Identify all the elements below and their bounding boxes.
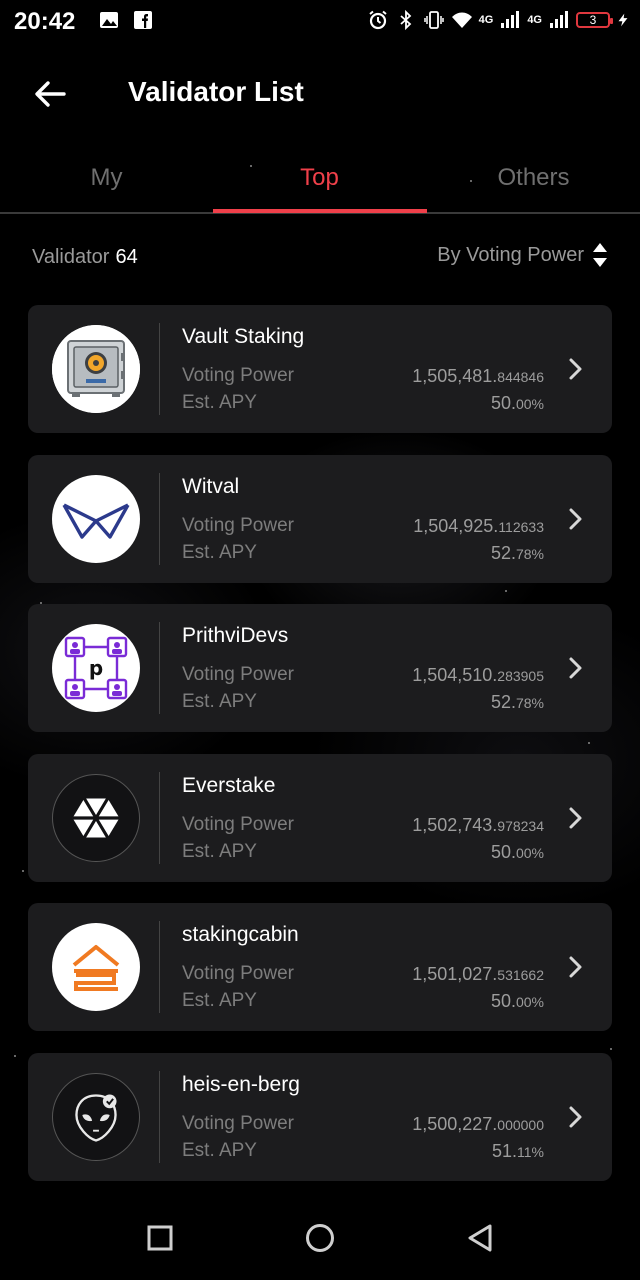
active-tab-indicator [213, 209, 427, 213]
gallery-notification-icon [100, 12, 118, 28]
battery-level: 3 [589, 13, 597, 27]
recents-button[interactable] [140, 1218, 180, 1258]
validator-list: Vault Staking Voting Power Est. APY 1,50… [28, 305, 612, 1202]
sort-updown-icon [593, 243, 607, 267]
validator-name: Vault Staking [182, 325, 305, 348]
battery-indicator: 3 [576, 12, 613, 28]
card-divider [159, 771, 160, 864]
voting-power-value: 1,505,481.844846 [412, 366, 544, 386]
est-apy-label: Est. APY [182, 541, 257, 563]
tab-my[interactable]: My [0, 150, 213, 212]
status-time: 20:42 [14, 8, 76, 35]
est-apy-value: 52.78% [490, 542, 544, 563]
validator-count: Validator 64 [32, 246, 138, 269]
vibrate-icon [423, 11, 444, 29]
validator-name: PrithviDevs [182, 624, 289, 647]
voting-power-value: 1,502,743.978234 [412, 814, 544, 835]
signal-icon [550, 11, 568, 28]
chevron-right-icon [569, 358, 582, 380]
voting-power-label: Voting Power [182, 365, 294, 386]
circle-icon [306, 1224, 334, 1252]
svg-text:p: p [89, 656, 103, 680]
est-apy-value: 50.00% [490, 393, 544, 413]
prithvidevs-network-icon: p [52, 624, 140, 712]
validator-count-label: Validator [32, 246, 110, 268]
home-button[interactable] [300, 1218, 340, 1258]
validator-card[interactable]: Everstake Voting Power Est. APY 1,502,74… [28, 753, 612, 882]
voting-power-value: 1,504,510.283905 [412, 665, 544, 685]
square-icon [147, 1225, 173, 1251]
alien-head-icon [52, 1072, 140, 1161]
validator-name: heis-en-berg [182, 1072, 300, 1096]
card-divider [159, 622, 160, 714]
validator-card[interactable]: heis-en-berg Voting Power Est. APY 1,500… [28, 1052, 612, 1181]
sort-button[interactable]: By Voting Power [437, 242, 608, 268]
alarm-icon [368, 10, 387, 30]
card-divider [159, 921, 160, 1013]
est-apy-label: Est. APY [182, 990, 257, 1011]
validator-name: stakingcabin [182, 923, 299, 946]
validator-card[interactable]: p PrithviDevs Voting Power Est. APY 1,50… [28, 604, 612, 732]
validator-card[interactable]: Witval Voting Power Est. APY 1,504,925.1… [28, 454, 612, 583]
est-apy-value: 50.00% [490, 841, 544, 862]
card-divider [159, 1070, 160, 1163]
app-header: Validator List [0, 60, 640, 128]
chevron-right-icon [569, 657, 582, 679]
bluetooth-icon [400, 9, 411, 31]
est-apy-value: 50.00% [490, 991, 544, 1011]
status-bar: 20:42 4G 4G 3 [0, 0, 640, 44]
network-type-1: 4G [478, 14, 494, 26]
network-type-2: 4G [527, 14, 542, 26]
chevron-right-icon [569, 807, 582, 828]
card-divider [159, 323, 160, 415]
list-summary: Validator 64 By Voting Power [0, 240, 640, 276]
chevron-right-icon [569, 508, 582, 529]
voting-power-label: Voting Power [182, 963, 294, 984]
system-navigation-bar [0, 1196, 640, 1280]
chevron-right-icon [569, 1106, 582, 1127]
est-apy-label: Est. APY [182, 392, 257, 413]
est-apy-value: 51.11% [491, 1140, 544, 1161]
signal-icon [501, 11, 520, 28]
voting-power-label: Voting Power [182, 514, 294, 536]
vault-safe-icon [52, 325, 140, 413]
tab-bar: My Top Others [0, 150, 640, 214]
wifi-icon [451, 12, 472, 28]
validator-card[interactable]: stakingcabin Voting Power Est. APY 1,501… [28, 903, 612, 1031]
tab-top[interactable]: Top [213, 150, 426, 212]
chevron-right-icon [569, 956, 582, 978]
est-apy-label: Est. APY [182, 1139, 257, 1161]
witval-w-icon [52, 474, 140, 563]
charging-bolt-icon [618, 13, 628, 27]
validator-name: Witval [182, 474, 240, 498]
est-apy-value: 52.78% [490, 692, 544, 712]
voting-power-label: Voting Power [182, 664, 294, 685]
voting-power-label: Voting Power [182, 813, 294, 835]
everstake-hexagon-icon [52, 773, 140, 862]
tab-others[interactable]: Others [427, 150, 640, 212]
voting-power-label: Voting Power [182, 1112, 294, 1134]
triangle-back-icon [468, 1224, 492, 1252]
arrow-left-icon [35, 81, 66, 107]
card-divider [159, 472, 160, 565]
sort-label: By Voting Power [437, 243, 584, 266]
back-button[interactable] [30, 74, 70, 114]
validator-card[interactable]: Vault Staking Voting Power Est. APY 1,50… [28, 305, 612, 433]
validator-count-value: 64 [115, 246, 138, 268]
validator-name: Everstake [182, 773, 276, 797]
voting-power-value: 1,501,027.531662 [412, 964, 544, 984]
voting-power-value: 1,500,227.000000 [412, 1113, 544, 1134]
page-title: Validator List [128, 76, 304, 107]
stakingcabin-house-icon [52, 923, 140, 1011]
voting-power-value: 1,504,925.112633 [413, 515, 544, 536]
system-back-button[interactable] [460, 1218, 500, 1258]
est-apy-label: Est. APY [182, 691, 257, 712]
est-apy-label: Est. APY [182, 840, 257, 862]
facebook-notification-icon [134, 11, 152, 29]
